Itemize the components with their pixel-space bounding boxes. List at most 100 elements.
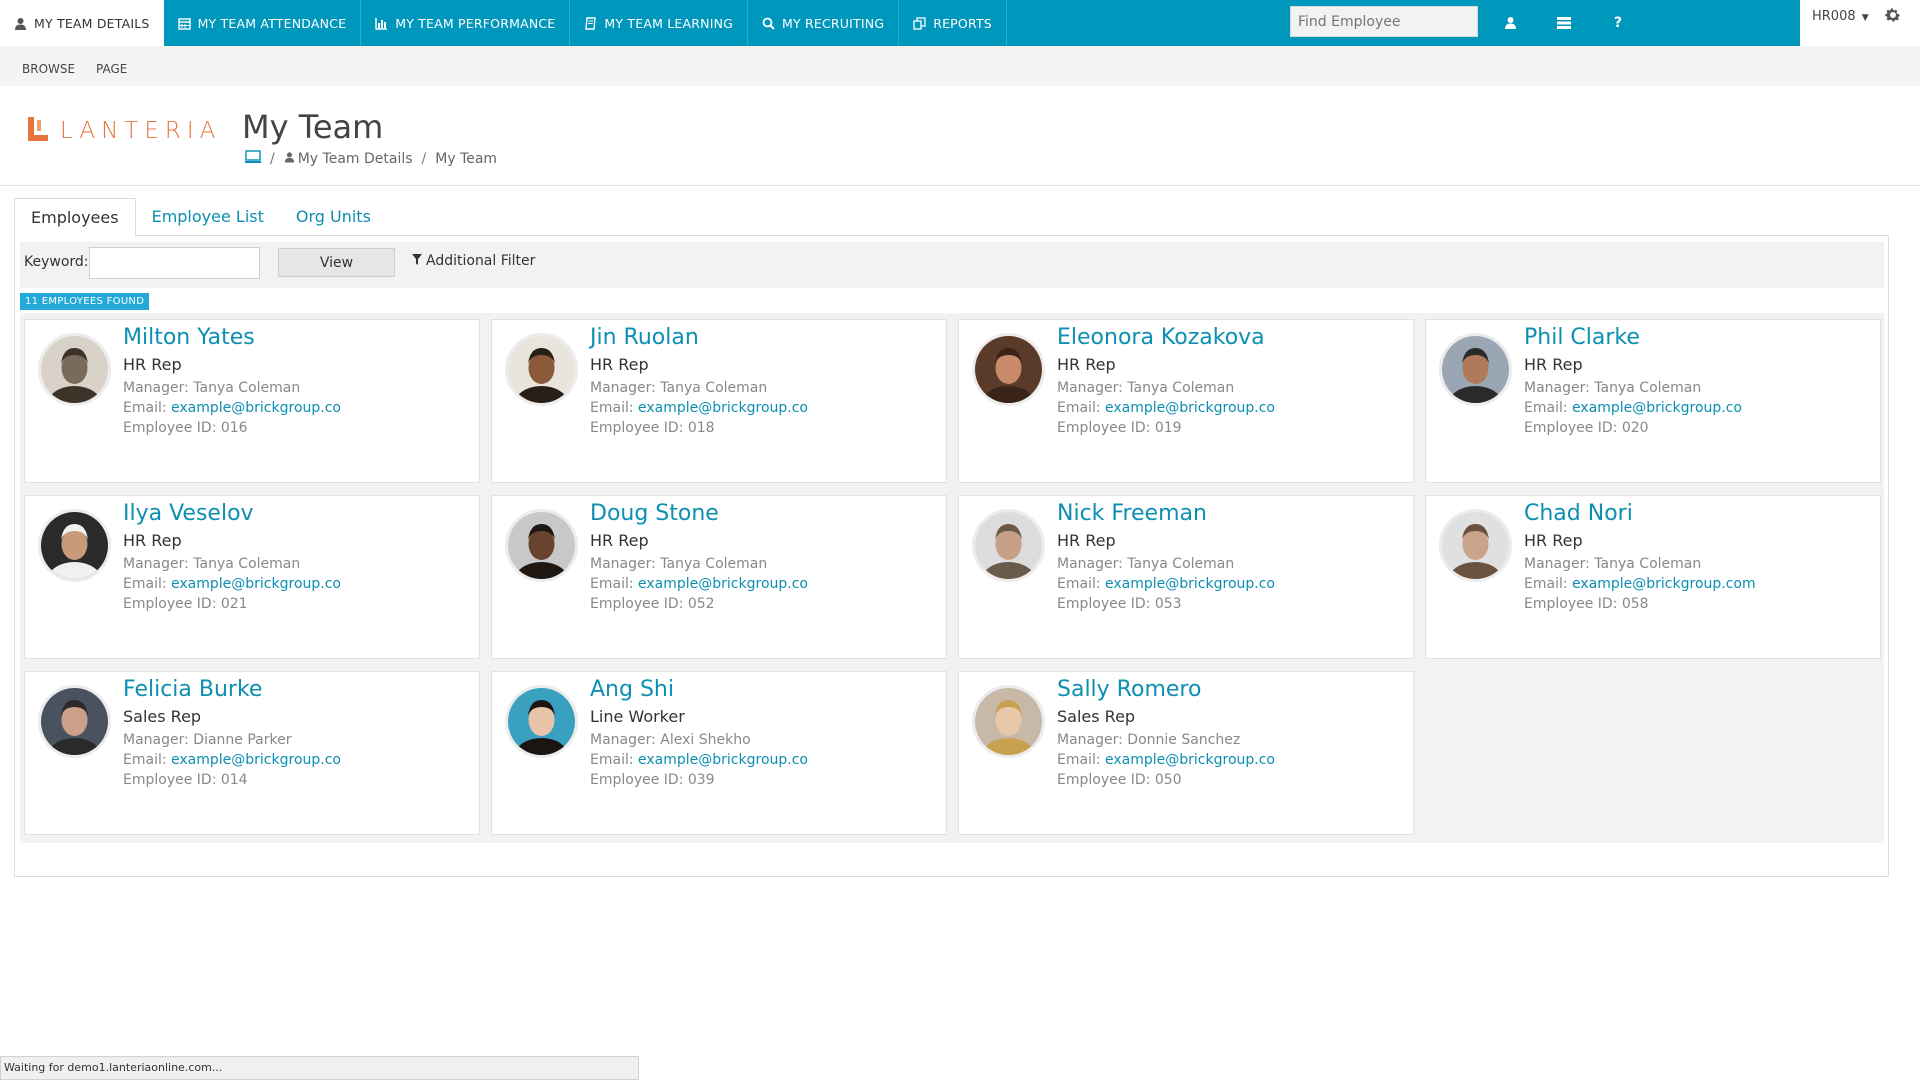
employee-card[interactable]: Felicia Burke Sales Rep Manager: Dianne Pa… <box>24 671 480 835</box>
employee-manager: Manager: Dianne Parker <box>123 732 292 748</box>
employee-card[interactable]: Milton Yates HR Rep Manager: Tanya Coleman… <box>24 319 480 483</box>
help-icon: ? <box>1613 15 1623 31</box>
employee-card[interactable]: Ang Shi Line Worker Manager: Alexi Shekho E… <box>491 671 947 835</box>
employee-name[interactable]: Ang Shi <box>590 677 674 702</box>
user-icon <box>1504 14 1517 33</box>
breadcrumb-my-team-details[interactable]: My Team Details <box>298 151 413 167</box>
employee-id: Employee ID: 014 <box>123 772 248 788</box>
tab-employees[interactable]: Employees <box>14 198 136 236</box>
email-label: Email: <box>123 576 167 592</box>
view-button[interactable]: View <box>278 248 395 277</box>
employee-email-line: Email: example@brickgroup.co <box>123 576 341 592</box>
employee-role: Sales Rep <box>1057 707 1136 726</box>
ribbon-tab-page[interactable]: PAGE <box>96 62 127 76</box>
additional-filter-button[interactable]: Additional Filter <box>412 253 535 269</box>
search-icon <box>762 17 775 30</box>
list-icon <box>1557 14 1571 33</box>
employee-email-link[interactable]: example@brickgroup.co <box>171 576 341 592</box>
nav-tab-my-team-details[interactable]: MY TEAM DETAILS <box>0 0 164 46</box>
avatar[interactable] <box>972 685 1045 758</box>
employee-card[interactable]: Phil Clarke HR Rep Manager: Tanya Coleman E… <box>1425 319 1881 483</box>
filter-bar: Keyword: View Additional Filter <box>20 242 1884 288</box>
lanteria-logo[interactable]: LANTERIA <box>28 116 221 146</box>
employee-email-line: Email: example@brickgroup.co <box>590 752 808 768</box>
employee-email-link[interactable]: example@brickgroup.co <box>1105 576 1275 592</box>
email-label: Email: <box>1524 576 1568 592</box>
avatar[interactable] <box>1439 333 1512 406</box>
logo-text: LANTERIA <box>60 118 222 144</box>
employee-card[interactable]: Sally Romero Sales Rep Manager: Donnie San… <box>958 671 1414 835</box>
avatar[interactable] <box>38 333 111 406</box>
employee-card[interactable]: Ilya Veselov HR Rep Manager: Tanya Coleman… <box>24 495 480 659</box>
settings-button[interactable] <box>1884 6 1908 30</box>
employee-card[interactable]: Eleonora Kozakova HR Rep Manager: Tanya Co… <box>958 319 1414 483</box>
nav-tab-my-team-attendance[interactable]: MY TEAM ATTENDANCE <box>164 0 362 46</box>
avatar[interactable] <box>38 509 111 582</box>
employee-email-line: Email: example@brickgroup.co <box>1057 752 1275 768</box>
employee-email-link[interactable]: example@brickgroup.co <box>171 752 341 768</box>
employee-email-line: Email: example@brickgroup.co <box>590 400 808 416</box>
employee-email-link[interactable]: example@brickgroup.co <box>1572 400 1742 416</box>
view-tabs: Employees Employee List Org Units <box>14 198 387 236</box>
employee-email-link[interactable]: example@brickgroup.co <box>1105 752 1275 768</box>
browser-status-bar: Waiting for demo1.lanteriaonline.com... <box>0 1056 639 1080</box>
gear-icon <box>1884 8 1902 28</box>
nav-tab-my-team-learning[interactable]: MY TEAM LEARNING <box>570 0 749 46</box>
employee-name[interactable]: Eleonora Kozakova <box>1057 325 1265 350</box>
employee-email-link[interactable]: example@brickgroup.co <box>1105 400 1275 416</box>
employee-name[interactable]: Ilya Veselov <box>123 501 254 526</box>
employee-name[interactable]: Sally Romero <box>1057 677 1201 702</box>
tab-org-units[interactable]: Org Units <box>280 198 387 236</box>
tab-employee-list[interactable]: Employee List <box>136 198 280 236</box>
employee-card[interactable]: Nick Freeman HR Rep Manager: Tanya Coleman… <box>958 495 1414 659</box>
employee-email-line: Email: example@brickgroup.co <box>1524 400 1742 416</box>
nav-tab-my-team-performance[interactable]: MY TEAM PERFORMANCE <box>361 0 571 46</box>
header-divider <box>0 185 1920 186</box>
employee-card[interactable]: Jin Ruolan HR Rep Manager: Tanya Coleman Em… <box>491 319 947 483</box>
employee-email-link[interactable]: example@brickgroup.co <box>638 576 808 592</box>
employee-role: HR Rep <box>590 355 649 374</box>
avatar[interactable] <box>505 685 578 758</box>
filter-icon <box>412 253 422 269</box>
user-icon <box>14 17 27 30</box>
keyword-label: Keyword: <box>24 254 89 270</box>
nav-tab-my-recruiting[interactable]: MY RECRUITING <box>748 0 900 46</box>
employee-card[interactable]: Doug Stone HR Rep Manager: Tanya Coleman Em… <box>491 495 947 659</box>
avatar[interactable] <box>1439 509 1512 582</box>
user-menu[interactable]: HR008 ▼ <box>1812 9 1869 24</box>
employee-name[interactable]: Chad Nori <box>1524 501 1633 526</box>
copy-icon <box>913 16 926 30</box>
employee-name[interactable]: Jin Ruolan <box>590 325 699 350</box>
employee-email-link[interactable]: example@brickgroup.co <box>171 400 341 416</box>
nav-tab-reports[interactable]: REPORTS <box>899 0 1007 46</box>
employee-id: Employee ID: 052 <box>590 596 715 612</box>
employee-manager: Manager: Tanya Coleman <box>1057 380 1235 396</box>
email-label: Email: <box>1524 400 1568 416</box>
home-monitor-icon[interactable] <box>245 150 261 167</box>
find-employee-input[interactable] <box>1290 6 1478 37</box>
help-button[interactable]: ? <box>1591 0 1645 46</box>
employee-role: HR Rep <box>1057 355 1116 374</box>
avatar[interactable] <box>505 509 578 582</box>
avatar[interactable] <box>972 333 1045 406</box>
employee-name[interactable]: Felicia Burke <box>123 677 262 702</box>
employee-manager: Manager: Donnie Sanchez <box>1057 732 1241 748</box>
employee-email-link[interactable]: example@brickgroup.com <box>1572 576 1756 592</box>
employee-email-link[interactable]: example@brickgroup.co <box>638 752 808 768</box>
employee-name[interactable]: Nick Freeman <box>1057 501 1207 526</box>
keyword-input[interactable] <box>89 247 260 279</box>
avatar[interactable] <box>972 509 1045 582</box>
avatar[interactable] <box>505 333 578 406</box>
email-label: Email: <box>123 400 167 416</box>
employee-card[interactable]: Chad Nori HR Rep Manager: Tanya Coleman Ema… <box>1425 495 1881 659</box>
avatar[interactable] <box>38 685 111 758</box>
employee-email-link[interactable]: example@brickgroup.co <box>638 400 808 416</box>
profile-button[interactable] <box>1483 0 1537 46</box>
list-view-button[interactable] <box>1537 0 1591 46</box>
employee-email-line: Email: example@brickgroup.co <box>1057 576 1275 592</box>
employee-name[interactable]: Doug Stone <box>590 501 719 526</box>
employee-name[interactable]: Milton Yates <box>123 325 255 350</box>
employee-name[interactable]: Phil Clarke <box>1524 325 1640 350</box>
employee-id: Employee ID: 019 <box>1057 420 1182 436</box>
ribbon-tab-browse[interactable]: BROWSE <box>22 62 75 76</box>
